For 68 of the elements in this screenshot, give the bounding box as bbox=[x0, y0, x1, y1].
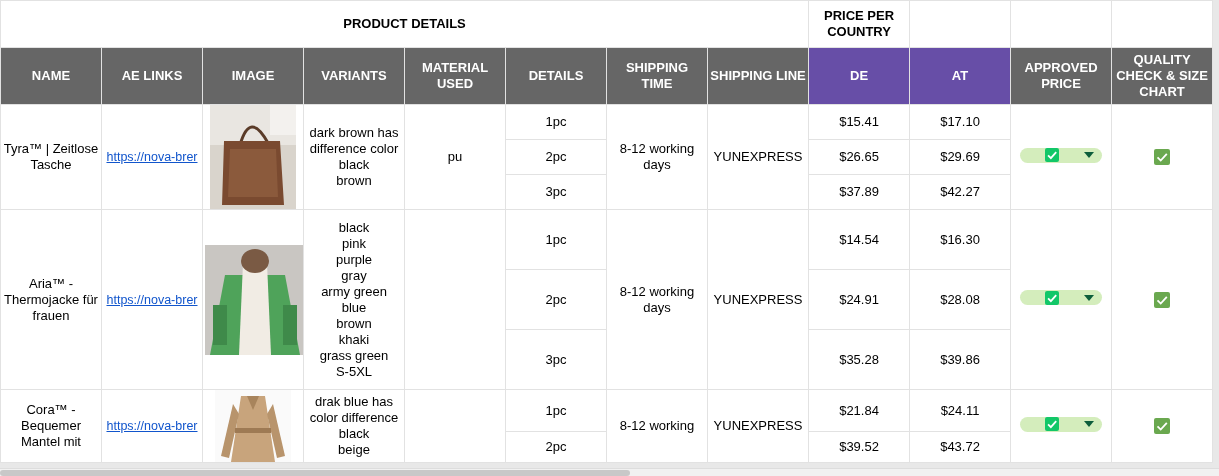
column-header: NAME bbox=[0, 47, 102, 105]
table-cell: $39.86 bbox=[909, 329, 1011, 390]
checkbox[interactable] bbox=[1154, 149, 1171, 166]
column-header: SHIPPING LINE bbox=[707, 47, 809, 105]
table-cell: $21.84 bbox=[808, 389, 910, 432]
checkbox[interactable] bbox=[1154, 291, 1171, 308]
column-header: AE LINKS bbox=[101, 47, 203, 105]
checkbox[interactable] bbox=[1154, 418, 1171, 435]
table-cell: 1pc bbox=[505, 209, 607, 270]
table-cell: drak blue has color difference black beige bbox=[303, 389, 405, 463]
approval-dropdown[interactable] bbox=[1020, 416, 1103, 432]
table-cell: $28.08 bbox=[909, 269, 1011, 330]
column-header: DE bbox=[808, 47, 910, 105]
table-cell: YUNEXPRESS bbox=[707, 209, 809, 390]
table-cell: $24.91 bbox=[808, 269, 910, 330]
table-cell: $29.69 bbox=[909, 139, 1011, 175]
table-cell: $17.10 bbox=[909, 104, 1011, 140]
check-icon bbox=[1045, 417, 1060, 432]
table-cell: Aria™ - Thermojacke für frauen bbox=[0, 209, 102, 390]
column-header: IMAGE bbox=[202, 47, 304, 105]
link[interactable]: https://nova-brer bbox=[106, 419, 198, 433]
table-cell: 2pc bbox=[505, 269, 607, 330]
table-cell: 8-12 working bbox=[606, 389, 708, 463]
table-cell: $15.41 bbox=[808, 104, 910, 140]
table-cell: $35.28 bbox=[808, 329, 910, 390]
table-cell: $37.89 bbox=[808, 174, 910, 210]
table-cell: $42.27 bbox=[909, 174, 1011, 210]
scrollbar[interactable] bbox=[0, 468, 1219, 476]
column-header: MATERIAL USED bbox=[404, 47, 506, 105]
table-cell: pu bbox=[404, 104, 506, 210]
table-cell: 3pc bbox=[505, 174, 607, 210]
link[interactable]: https://nova-brer bbox=[106, 150, 198, 164]
scrollbar-thumb[interactable] bbox=[0, 470, 630, 476]
table-cell: dark brown has difference color black brown bbox=[303, 104, 405, 210]
table-cell: Tyra™ | Zeitlose Tasche bbox=[0, 104, 102, 210]
caret-icon bbox=[1084, 152, 1095, 159]
group-header: PRODUCT DETAILS bbox=[0, 0, 809, 48]
table-cell: $43.72 bbox=[909, 431, 1011, 463]
approval-dropdown[interactable] bbox=[1020, 290, 1103, 306]
table-cell: Cora™ - Bequemer Mantel mit bbox=[0, 389, 102, 463]
column-header: AT bbox=[909, 47, 1011, 105]
caret-icon bbox=[1084, 294, 1095, 301]
table-cell: 2pc bbox=[505, 139, 607, 175]
table-cell: 1pc bbox=[505, 389, 607, 432]
table-cell: $16.30 bbox=[909, 209, 1011, 270]
table-cell: $14.54 bbox=[808, 209, 910, 270]
table-cell: YUNEXPRESS bbox=[707, 104, 809, 210]
column-header: SHIPPING TIME bbox=[606, 47, 708, 105]
caret-icon bbox=[1084, 421, 1095, 428]
table-cell: $24.11 bbox=[909, 389, 1011, 432]
column-header: APPROVED PRICE bbox=[1010, 47, 1112, 105]
group-header: PRICE PER COUNTRY bbox=[808, 0, 910, 48]
table-cell: 2pc bbox=[505, 431, 607, 463]
column-header: DETAILS bbox=[505, 47, 607, 105]
approval-dropdown[interactable] bbox=[1020, 147, 1103, 163]
column-header: VARIANTS bbox=[303, 47, 405, 105]
check-icon bbox=[1045, 148, 1060, 163]
table-cell: black pink purple gray army green blue brown khaki grass green S-5XL bbox=[303, 209, 405, 390]
table-cell: 8-12 working days bbox=[606, 104, 708, 210]
table-cell: 1pc bbox=[505, 104, 607, 140]
table-cell: $26.65 bbox=[808, 139, 910, 175]
table-cell: 3pc bbox=[505, 329, 607, 390]
table-cell: YUNEXPRESS bbox=[707, 389, 809, 463]
table-cell: 8-12 working days bbox=[606, 209, 708, 390]
check-icon bbox=[1045, 290, 1060, 305]
table-cell: $39.52 bbox=[808, 431, 910, 463]
column-header: QUALITY CHECK & SIZE CHART bbox=[1111, 47, 1213, 105]
link[interactable]: https://nova-brer bbox=[106, 292, 198, 307]
